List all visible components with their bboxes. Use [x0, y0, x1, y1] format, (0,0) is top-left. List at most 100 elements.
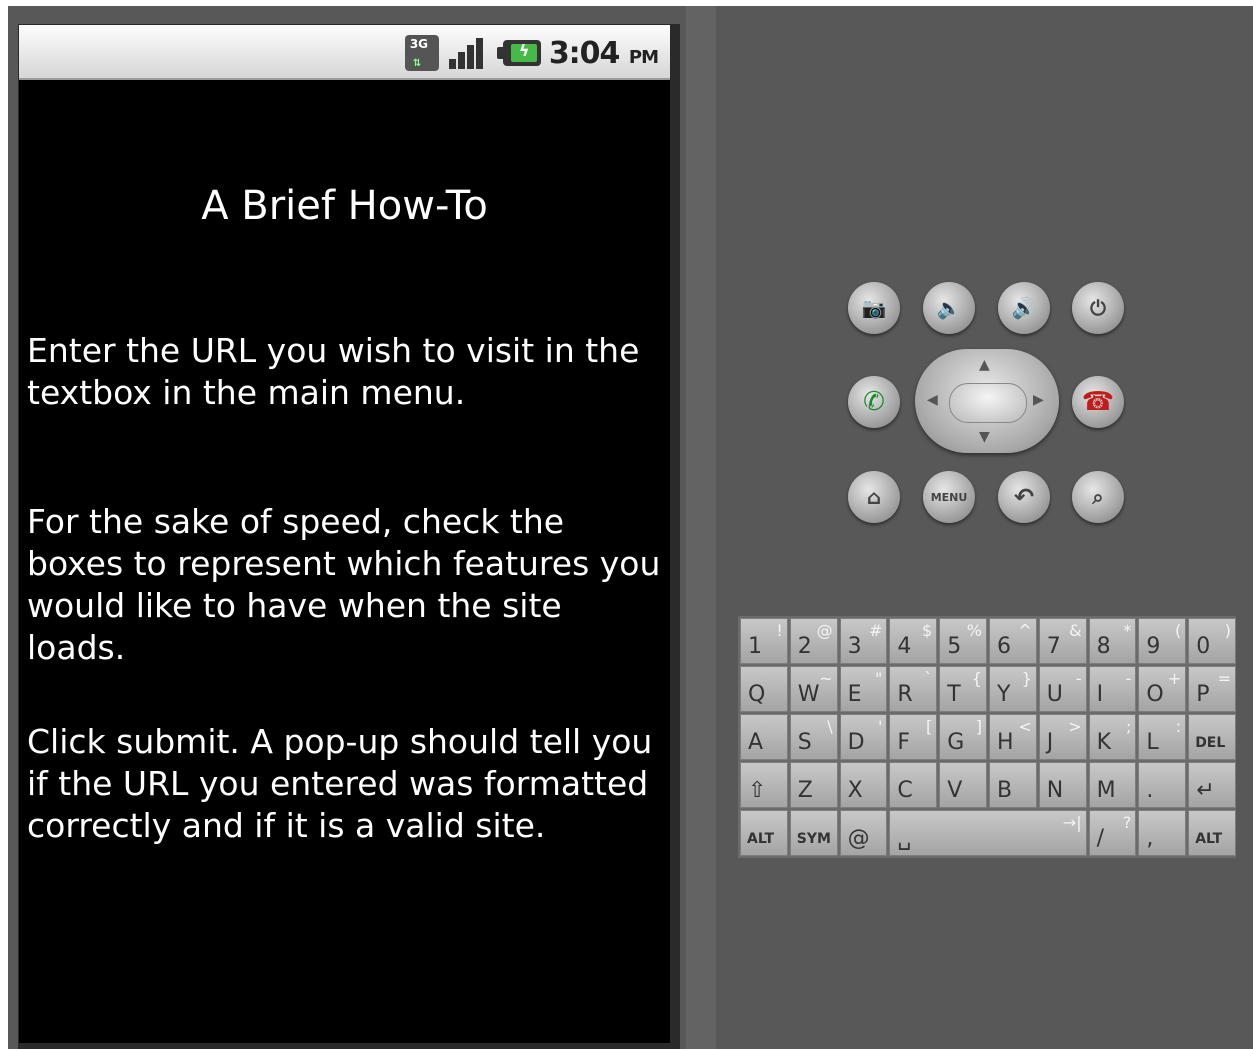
key-alt-label: % [966, 621, 982, 640]
dpad-right-icon[interactable]: ▶ [1033, 392, 1044, 408]
key-label: ⇧ [748, 778, 767, 803]
key-z[interactable]: Z [789, 762, 838, 808]
key-alt-label: ) [1224, 621, 1231, 640]
dpad-down-icon[interactable]: ▼ [979, 429, 990, 445]
key-label: 7 [1046, 634, 1061, 659]
key-e[interactable]: E " [839, 666, 888, 712]
key-w[interactable]: W ~ [789, 666, 838, 712]
key-label: 3 [847, 634, 862, 659]
key-j[interactable]: J > [1038, 714, 1087, 760]
key-p[interactable]: P = [1188, 666, 1236, 712]
power-button[interactable]: ⏻ [1072, 282, 1124, 334]
key-3[interactable]: 3 # [839, 618, 888, 664]
key-alt-label: [ [925, 717, 933, 736]
key-label: F [897, 730, 911, 755]
home-icon: ⌂ [866, 485, 882, 509]
key-h[interactable]: H < [989, 714, 1037, 760]
camera-button[interactable]: 📷 [848, 282, 900, 334]
key-label: G [947, 730, 965, 755]
end-call-button[interactable]: ☎ [1072, 376, 1124, 428]
call-button[interactable]: ✆ [848, 376, 900, 428]
key-comma[interactable]: , [1138, 810, 1187, 856]
key-label: 5 [947, 634, 962, 659]
volume-down-button[interactable]: 🔈 [923, 282, 975, 334]
key-8[interactable]: 8 * [1088, 618, 1137, 664]
key-label: U [1046, 682, 1063, 707]
key-alt-label: ~ [819, 669, 833, 688]
key-c[interactable]: C [889, 762, 938, 808]
back-icon: ↶ [1013, 483, 1035, 511]
key-at[interactable]: @ [839, 810, 888, 856]
key-u[interactable]: U- [1038, 666, 1087, 712]
key-[interactable]: . [1138, 762, 1187, 808]
key-7[interactable]: 7 & [1038, 618, 1087, 664]
key-v[interactable]: V [939, 762, 987, 808]
key-label: M [1096, 778, 1116, 803]
key-alt-label: ` [924, 669, 933, 688]
key-alt-right[interactable]: ALT [1188, 810, 1236, 856]
key-alt-label: ^ [1018, 621, 1032, 640]
key-1[interactable]: 1! [740, 618, 788, 664]
volume-up-icon: 🔊 [1011, 296, 1037, 320]
key-6[interactable]: 6 ^ [989, 618, 1037, 664]
key-a[interactable]: A [740, 714, 788, 760]
key-space[interactable]: ␣ →| [889, 810, 1087, 856]
home-button[interactable]: ⌂ [848, 471, 900, 523]
key-n[interactable]: N [1038, 762, 1087, 808]
key-alt-label: ; [1126, 717, 1132, 736]
key-sym[interactable]: SYM [789, 810, 838, 856]
key-f[interactable]: F[ [889, 714, 938, 760]
panel-divider [686, 6, 716, 1049]
key-5[interactable]: 5% [939, 618, 987, 664]
volume-up-button[interactable]: 🔊 [998, 282, 1050, 334]
key-[interactable]: ⇧ [740, 762, 788, 808]
key-alt-label: ! [776, 621, 783, 640]
key-label: I [1096, 682, 1104, 707]
key-label: ALT [1195, 831, 1223, 847]
key-label: ↵ [1196, 778, 1215, 803]
key-alt-label: * [1123, 621, 1132, 640]
key-y[interactable]: Y} [989, 666, 1037, 712]
key-m[interactable]: M [1088, 762, 1137, 808]
key-r[interactable]: R ` [889, 666, 938, 712]
key-b[interactable]: B [989, 762, 1037, 808]
key-label: O [1146, 682, 1164, 707]
key-x[interactable]: X [839, 762, 888, 808]
key-slash[interactable]: /? [1088, 810, 1137, 856]
key-d[interactable]: D ' [839, 714, 888, 760]
key-label: 9 [1146, 634, 1161, 659]
dpad-center-button[interactable] [949, 383, 1027, 423]
key-s[interactable]: S \ [789, 714, 838, 760]
menu-button[interactable]: MENU [923, 471, 975, 523]
key-t[interactable]: T{ [939, 666, 987, 712]
key-alt-label: > [1068, 717, 1082, 736]
search-button[interactable]: ⌕ [1072, 471, 1124, 523]
status-clock: 3:04 PM [549, 36, 659, 71]
key-[interactable]: ↵ [1188, 762, 1236, 808]
back-button[interactable]: ↶ [998, 471, 1050, 523]
key-g[interactable]: G] [939, 714, 987, 760]
key-label: W [797, 682, 820, 707]
key-i[interactable]: I- [1088, 666, 1137, 712]
dpad-left-icon[interactable]: ◀ [927, 392, 938, 408]
key-label: R [897, 682, 913, 707]
key-del[interactable]: DEL [1188, 714, 1236, 760]
key-label: / [1096, 826, 1105, 851]
network-type-label: 3G [409, 37, 429, 51]
key-alt-left[interactable]: ALT [740, 810, 788, 856]
key-2[interactable]: 2 @ [789, 618, 838, 664]
key-o[interactable]: O + [1138, 666, 1187, 712]
key-label: H [997, 730, 1014, 755]
key-0[interactable]: 0) [1188, 618, 1236, 664]
key-k[interactable]: K; [1088, 714, 1137, 760]
key-l[interactable]: L: [1138, 714, 1187, 760]
key-9[interactable]: 9( [1138, 618, 1187, 664]
dpad-up-icon[interactable]: ▲ [979, 357, 990, 373]
signal-strength-icon [447, 35, 489, 71]
key-q[interactable]: Q [740, 666, 788, 712]
key-label: DEL [1195, 735, 1226, 751]
dpad[interactable]: ▲ ▼ ◀ ▶ [915, 349, 1059, 453]
key-label: 1 [748, 634, 762, 659]
key-4[interactable]: 4 $ [889, 618, 938, 664]
key-alt-label: { [971, 669, 982, 688]
